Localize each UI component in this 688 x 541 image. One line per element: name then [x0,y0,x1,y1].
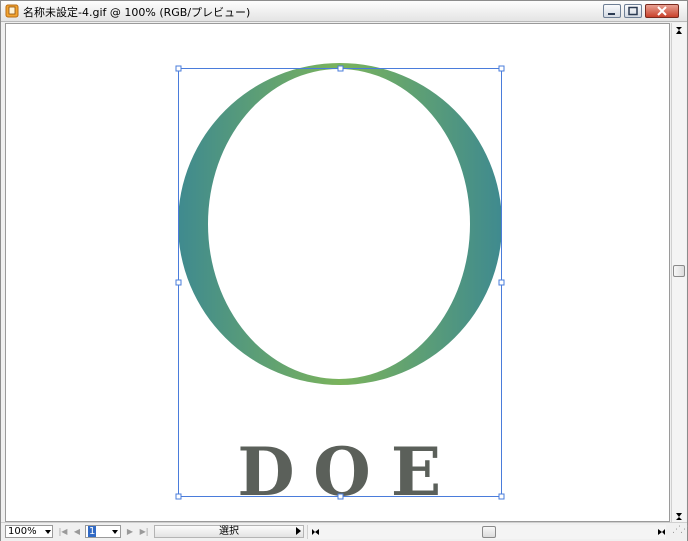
page-number: 1 [88,526,97,537]
horizontal-scrollbar[interactable] [307,525,666,539]
status-menu-arrow-icon[interactable] [296,527,301,535]
document-icon [5,4,19,18]
next-page-icon[interactable]: ▶ [125,526,135,537]
status-mode-label: 選択 [219,526,239,537]
status-mode-menu[interactable]: 選択 [154,525,304,538]
maximize-button[interactable] [624,4,642,18]
previous-page-icon[interactable]: ◀ [72,526,82,537]
ring-shape[interactable] [178,63,502,385]
handle-bottom-left[interactable] [175,493,182,500]
handle-middle-right[interactable] [498,279,505,286]
last-page-icon[interactable]: ▶| [139,526,149,537]
letter-d: D [237,433,294,511]
vertical-scrollbar[interactable] [671,23,686,522]
vertical-scroll-thumb[interactable] [673,265,685,277]
window-title: 名称未設定-4.gif @ 100% (RGB/プレビュー) [23,6,251,19]
resize-grip-icon[interactable]: ⋰⋰ [672,526,688,539]
scroll-left-icon[interactable] [312,529,319,535]
first-page-icon[interactable]: |◀ [58,526,68,537]
minimize-button[interactable] [603,4,621,18]
scroll-down-icon[interactable] [676,513,682,520]
handle-top-right[interactable] [498,65,505,72]
letter-e: E [391,433,441,511]
handle-top-center[interactable] [337,65,344,72]
page-dropdown-icon[interactable] [112,530,118,534]
zoom-dropdown-icon[interactable] [45,530,51,534]
horizontal-scroll-thumb[interactable] [482,526,496,538]
close-button[interactable] [645,4,679,18]
close-icon [657,6,667,16]
zoom-value: 100% [8,526,37,537]
artboard-canvas[interactable]: D O E [5,23,670,522]
scroll-up-icon[interactable] [676,27,682,34]
handle-middle-left[interactable] [175,279,182,286]
handle-bottom-right[interactable] [498,493,505,500]
title-bar[interactable]: 名称未設定-4.gif @ 100% (RGB/プレビュー) [1,1,687,22]
handle-bottom-center[interactable] [337,493,344,500]
scroll-right-icon[interactable] [658,529,665,535]
artwork: D O E [175,63,505,511]
status-bar: 100% |◀ ◀ 1 ▶ ▶| 選択 ⋰⋰ [1,522,688,541]
document-window: 名称未設定-4.gif @ 100% (RGB/プレビュー) D O E 100… [0,0,688,541]
minimize-icon [608,13,615,15]
maximize-icon [628,6,638,16]
handle-top-left[interactable] [175,65,182,72]
